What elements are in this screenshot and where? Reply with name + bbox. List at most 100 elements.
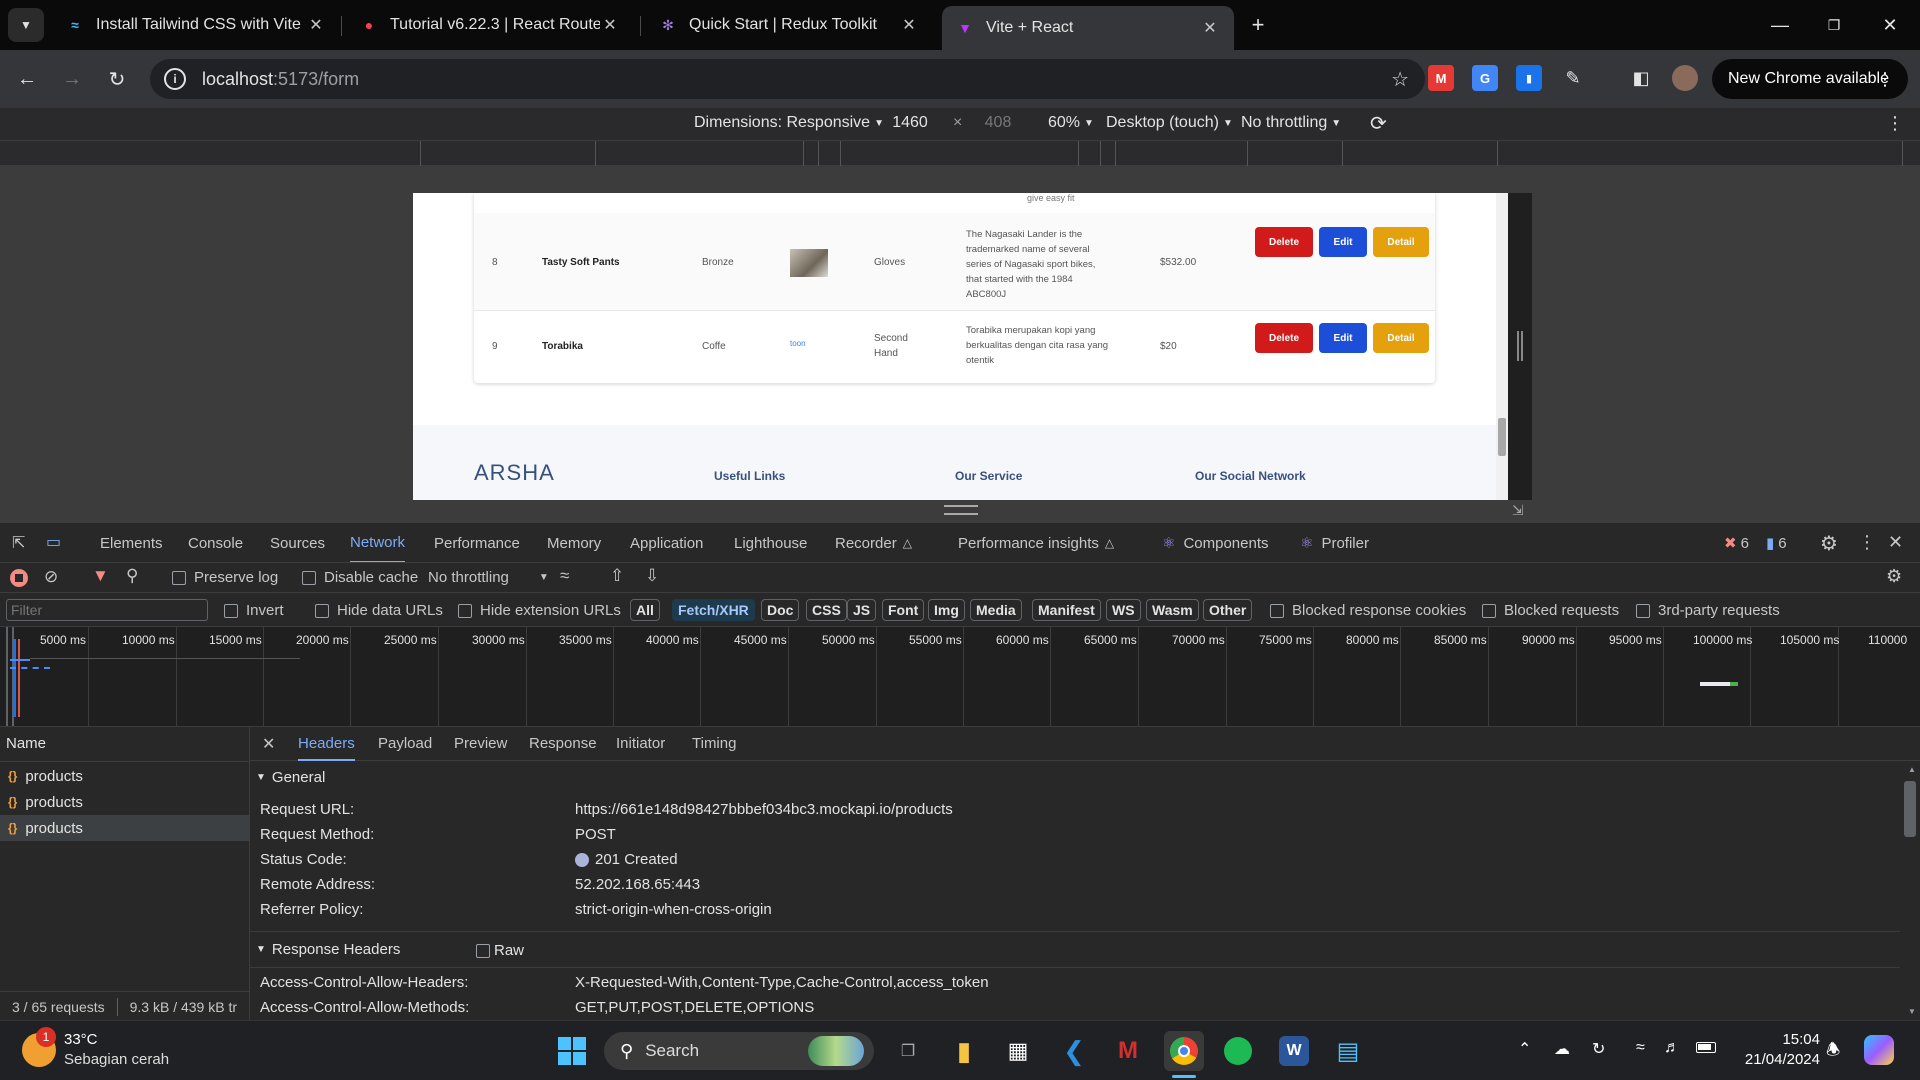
translate-extension-icon[interactable]: G	[1472, 65, 1498, 91]
tab-lighthouse[interactable]: Lighthouse	[734, 523, 807, 563]
filter-type-doc[interactable]: Doc	[761, 599, 800, 621]
third-party-requests-checkbox[interactable]: 3rd-party requests	[1636, 602, 1780, 619]
checkbox[interactable]	[1482, 603, 1496, 618]
tab-timing[interactable]: Timing	[692, 735, 736, 752]
general-section-header[interactable]: ▼ General	[256, 769, 325, 786]
raw-checkbox[interactable]: Raw	[476, 942, 524, 959]
windows-start-icon[interactable]	[552, 1031, 592, 1071]
request-row[interactable]: {} products	[0, 789, 250, 815]
blocked-response-cookies-checkbox[interactable]: Blocked response cookies	[1270, 602, 1466, 619]
filter-type-manifest[interactable]: Manifest	[1032, 599, 1101, 621]
invert-checkbox[interactable]: Invert	[224, 602, 284, 619]
close-window-button[interactable]: ✕	[1862, 0, 1918, 50]
minimize-button[interactable]: —	[1752, 0, 1808, 50]
chevron-up-icon[interactable]: ⌃	[1518, 1039, 1531, 1059]
battery-icon[interactable]	[1696, 1042, 1716, 1053]
tab-memory[interactable]: Memory	[547, 523, 601, 563]
file-explorer-icon[interactable]: ▮	[944, 1031, 984, 1071]
taskbar-search-box[interactable]: ⚲ Search	[604, 1032, 874, 1070]
weather-description[interactable]: Sebagian cerah	[64, 1051, 169, 1068]
checkbox[interactable]	[224, 603, 238, 618]
tab-elements[interactable]: Elements	[100, 523, 163, 563]
checkbox[interactable]	[476, 943, 490, 958]
close-icon[interactable]: ✕	[1200, 18, 1220, 38]
tab-payload[interactable]: Payload	[378, 735, 432, 752]
throttling-dropdown[interactable]: No throttling ▼	[1241, 114, 1341, 132]
onedrive-cloud-icon[interactable]: ☁	[1554, 1039, 1570, 1059]
close-icon[interactable]: ✕	[306, 15, 326, 35]
message-count[interactable]: ▮ 6	[1766, 534, 1787, 553]
tab-redux[interactable]: ✻ Quick Start | Redux Toolkit ✕	[645, 6, 933, 44]
checkbox[interactable]	[172, 570, 186, 585]
checkbox[interactable]	[1270, 603, 1284, 618]
forward-button[interactable]: →	[55, 62, 89, 96]
new-tab-button[interactable]: +	[1243, 10, 1273, 40]
page-scrollbar[interactable]	[1496, 193, 1508, 500]
back-button[interactable]: ←	[10, 62, 44, 96]
tab-sources[interactable]: Sources	[270, 523, 325, 563]
hide-data-urls-checkbox[interactable]: Hide data URLs	[315, 602, 443, 619]
tab-headers[interactable]: Headers	[298, 735, 355, 761]
vscode-icon[interactable]: ❮	[1054, 1031, 1094, 1071]
restore-button[interactable]: ❐	[1806, 0, 1862, 50]
error-count[interactable]: ✖ 6	[1724, 534, 1749, 553]
upload-icon[interactable]: ⇧	[610, 566, 624, 586]
mcafee-icon[interactable]: M	[1108, 1031, 1148, 1071]
sync-icon[interactable]: ↻	[1592, 1039, 1605, 1059]
edit-button[interactable]: Edit	[1319, 227, 1367, 257]
clear-icon[interactable]: ⊘	[44, 567, 58, 587]
tab-tailwind[interactable]: ≈ Install Tailwind CSS with Vite - T ✕	[52, 6, 340, 44]
side-panel-icon[interactable]: ◧	[1628, 65, 1654, 91]
filter-input[interactable]	[6, 599, 208, 621]
scrollbar-thumb[interactable]	[1498, 418, 1506, 456]
notepad-icon[interactable]: ▤	[1328, 1031, 1368, 1071]
filter-type-other[interactable]: Other	[1203, 599, 1253, 621]
tab-response[interactable]: Response	[529, 735, 597, 752]
wifi-icon[interactable]: ≈	[1636, 1039, 1645, 1057]
extensions-puzzle-icon[interactable]: ✎	[1560, 65, 1586, 91]
kebab-menu-icon[interactable]: ⋮	[1858, 532, 1876, 553]
address-bar[interactable]: i localhost:5173/form ☆	[150, 59, 1425, 99]
resize-handle-bottom[interactable]	[944, 505, 978, 515]
close-icon[interactable]: ✕	[899, 15, 919, 35]
tab-react-router[interactable]: ● Tutorial v6.22.3 | React Router ✕	[346, 6, 634, 44]
checkbox[interactable]	[458, 603, 472, 618]
width-input[interactable]: 1460	[880, 114, 940, 132]
network-settings-gear-icon[interactable]: ⚙	[1886, 566, 1902, 587]
copilot-icon[interactable]	[1864, 1035, 1894, 1065]
weather-temperature[interactable]: 33°C	[64, 1031, 98, 1048]
filter-type-wasm[interactable]: Wasm	[1146, 599, 1199, 621]
dimensions-dropdown[interactable]: Dimensions: Responsive ▼	[694, 114, 884, 132]
tab-performance[interactable]: Performance	[434, 523, 520, 563]
network-throttling-dropdown[interactable]: No throttling ▼	[428, 569, 549, 586]
filter-type-fetch-xhr[interactable]: Fetch/XHR	[672, 599, 755, 621]
tab-recorder[interactable]: Recorder △	[835, 523, 912, 563]
filter-type-css[interactable]: CSS	[806, 599, 847, 621]
checkbox[interactable]	[302, 570, 316, 585]
checkbox[interactable]	[1636, 603, 1650, 618]
device-type-dropdown[interactable]: Desktop (touch) ▼	[1106, 114, 1233, 132]
docs-extension-icon[interactable]: ▮	[1516, 65, 1542, 91]
checkbox[interactable]	[315, 603, 329, 618]
edit-button[interactable]: Edit	[1319, 323, 1367, 353]
scrollbar-thumb[interactable]	[1904, 781, 1916, 837]
kebab-menu-icon[interactable]: ⋮	[1886, 113, 1904, 134]
close-devtools-icon[interactable]: ✕	[1888, 532, 1903, 553]
resize-corner-icon[interactable]: ⇲	[1512, 502, 1524, 519]
clock-time[interactable]: 15:04	[1730, 1031, 1820, 1048]
detail-button[interactable]: Detail	[1373, 227, 1429, 257]
tab-components[interactable]: ⚛ Components	[1162, 523, 1269, 563]
tab-search-button[interactable]: ▼	[8, 8, 44, 42]
avatar[interactable]	[1672, 65, 1698, 91]
spotify-icon[interactable]	[1218, 1031, 1258, 1071]
chrome-icon[interactable]	[1164, 1031, 1204, 1071]
record-button[interactable]	[10, 569, 28, 587]
name-column-header[interactable]: Name	[6, 735, 46, 752]
close-icon[interactable]: ✕	[600, 15, 620, 35]
rotate-icon[interactable]: ⟳	[1370, 111, 1387, 136]
tab-performance-insights[interactable]: Performance insights △	[958, 523, 1114, 563]
tab-network[interactable]: Network	[350, 523, 406, 563]
notification-bell-icon[interactable]: 🕭	[1826, 1039, 1840, 1066]
details-scrollbar[interactable]: ▲ ▼	[1900, 761, 1920, 1021]
settings-gear-icon[interactable]: ⚙	[1820, 531, 1838, 556]
